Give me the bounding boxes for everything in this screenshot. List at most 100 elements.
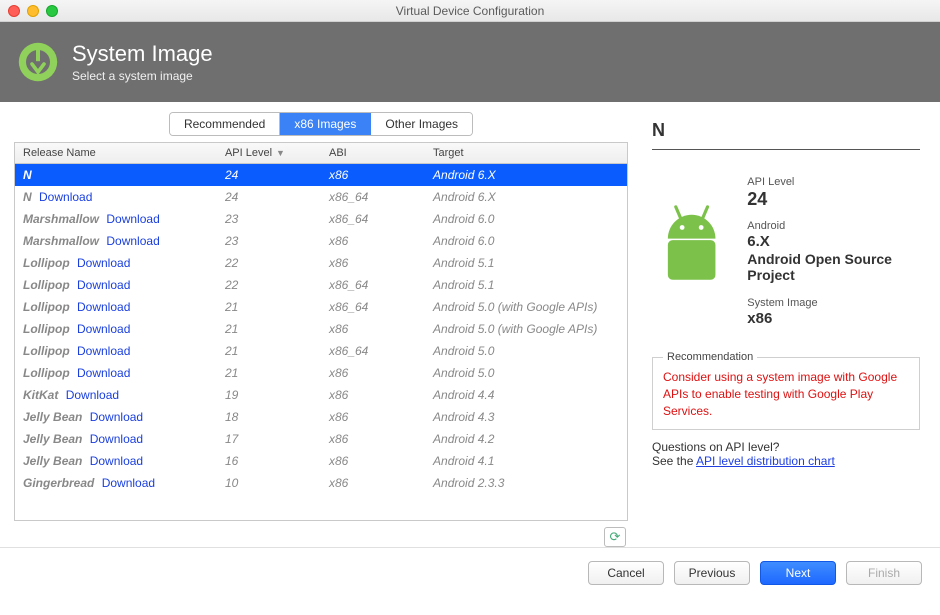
cell-api: 23 xyxy=(217,230,321,252)
detail-sysimg-label: System Image xyxy=(747,297,920,309)
table-row[interactable]: Marshmallow Download 23x86Android 6.0 xyxy=(15,230,627,252)
table-row[interactable]: Lollipop Download21x86Android 5.0 xyxy=(15,362,627,384)
finish-button[interactable]: Finish xyxy=(846,561,922,585)
detail-api-value: 24 xyxy=(747,189,920,210)
download-link[interactable]: Download xyxy=(106,212,159,226)
cell-api: 24 xyxy=(217,164,321,187)
download-link[interactable]: Download xyxy=(90,454,143,468)
release-name: KitKat xyxy=(23,388,58,402)
cell-api: 23 xyxy=(217,208,321,230)
table-row[interactable]: N24x86Android 6.X xyxy=(15,164,627,187)
cell-target: Android 5.1 xyxy=(425,252,627,274)
table-row[interactable]: Marshmallow Download23x86_64Android 6.0 xyxy=(15,208,627,230)
cell-target: Android 6.0 xyxy=(425,230,627,252)
download-link[interactable]: Download xyxy=(77,300,130,314)
download-link[interactable]: Download xyxy=(77,256,130,270)
cell-target: Android 6.X xyxy=(425,186,627,208)
android-mascot-icon xyxy=(652,166,731,327)
release-name: Lollipop xyxy=(23,256,70,270)
table-row[interactable]: Jelly Bean Download18x86Android 4.3 xyxy=(15,406,627,428)
cell-abi: x86 xyxy=(321,450,425,472)
cancel-button[interactable]: Cancel xyxy=(588,561,664,585)
previous-button[interactable]: Previous xyxy=(674,561,750,585)
cell-target: Android 2.3.3 xyxy=(425,472,627,494)
download-link[interactable]: Download xyxy=(90,432,143,446)
cell-api: 19 xyxy=(217,384,321,406)
cell-abi: x86_64 xyxy=(321,186,425,208)
download-link[interactable]: Download xyxy=(106,234,159,248)
detail-android-version: 6.X xyxy=(747,233,920,250)
column-header-target[interactable]: Target xyxy=(425,143,627,164)
release-name: Jelly Bean xyxy=(23,410,82,424)
table-row[interactable]: Lollipop Download22x86_64Android 5.1 xyxy=(15,274,627,296)
cell-api: 16 xyxy=(217,450,321,472)
cell-abi: x86_64 xyxy=(321,296,425,318)
table-row[interactable]: Jelly Bean Download 17x86Android 4.2 xyxy=(15,428,627,450)
recommendation-legend: Recommendation xyxy=(663,351,757,363)
questions-prefix: See the xyxy=(652,454,696,468)
tab-x86-images[interactable]: x86 Images xyxy=(280,113,371,135)
cell-abi: x86 xyxy=(321,252,425,274)
table-row[interactable]: N Download 24x86_64Android 6.X xyxy=(15,186,627,208)
cell-api: 21 xyxy=(217,340,321,362)
release-name: Lollipop xyxy=(23,300,70,314)
table-row[interactable]: Lollipop Download21x86Android 5.0 (with … xyxy=(15,318,627,340)
table-row[interactable]: Lollipop Download21x86_64Android 5.0 (wi… xyxy=(15,296,627,318)
release-name: Lollipop xyxy=(23,322,70,336)
tab-recommended[interactable]: Recommended xyxy=(170,113,280,135)
download-link[interactable]: Download xyxy=(77,322,130,336)
table-row[interactable]: KitKat Download 19x86Android 4.4 xyxy=(15,384,627,406)
table-row[interactable]: Lollipop Download 22x86Android 5.1 xyxy=(15,252,627,274)
sort-indicator-icon: ▼ xyxy=(276,148,285,158)
tab-other-images[interactable]: Other Images xyxy=(371,113,472,135)
cell-target: Android 4.4 xyxy=(425,384,627,406)
column-header-api-level[interactable]: API Level▼ xyxy=(217,143,321,164)
refresh-icon: ⟳ xyxy=(610,529,621,545)
cell-abi: x86 xyxy=(321,230,425,252)
cell-api: 21 xyxy=(217,362,321,384)
table-row[interactable]: Jelly Bean Download16x86Android 4.1 xyxy=(15,450,627,472)
download-link[interactable]: Download xyxy=(77,278,130,292)
download-link[interactable]: Download xyxy=(66,388,119,402)
cell-target: Android 4.2 xyxy=(425,428,627,450)
detail-title: N xyxy=(652,120,920,150)
column-header-abi[interactable]: ABI xyxy=(321,143,425,164)
download-link[interactable]: Download xyxy=(90,410,143,424)
cell-target: Android 6.X xyxy=(425,164,627,187)
cell-target: Android 5.0 (with Google APIs) xyxy=(425,318,627,340)
cell-abi: x86 xyxy=(321,428,425,450)
image-filter-tabs: Recommendedx86 ImagesOther Images xyxy=(169,112,473,136)
download-link[interactable]: Download xyxy=(102,476,155,490)
cell-abi: x86 xyxy=(321,406,425,428)
cell-target: Android 5.0 (with Google APIs) xyxy=(425,296,627,318)
cell-target: Android 4.3 xyxy=(425,406,627,428)
cell-api: 22 xyxy=(217,274,321,296)
recommendation-text: Consider using a system image with Googl… xyxy=(663,369,909,419)
release-name: N xyxy=(23,190,32,204)
cell-abi: x86 xyxy=(321,472,425,494)
cell-abi: x86_64 xyxy=(321,208,425,230)
table-row[interactable]: Gingerbread Download10x86Android 2.3.3 xyxy=(15,472,627,494)
api-distribution-link[interactable]: API level distribution chart xyxy=(696,454,835,468)
cell-api: 24 xyxy=(217,186,321,208)
release-name: Marshmallow xyxy=(23,234,99,248)
wizard-header: System Image Select a system image xyxy=(0,22,940,102)
system-image-table: Release NameAPI Level▼ABITarget N24x86An… xyxy=(14,142,628,521)
download-link[interactable]: Download xyxy=(39,190,92,204)
download-link[interactable]: Download xyxy=(77,344,130,358)
download-link[interactable]: Download xyxy=(77,366,130,380)
cell-abi: x86 xyxy=(321,384,425,406)
release-name: Jelly Bean xyxy=(23,432,82,446)
system-image-detail-panel: N API Level 24 Android 6.X Android Open … xyxy=(646,112,926,547)
table-row[interactable]: Lollipop Download21x86_64Android 5.0 xyxy=(15,340,627,362)
next-button[interactable]: Next xyxy=(760,561,836,585)
cell-abi: x86_64 xyxy=(321,274,425,296)
column-header-release-name[interactable]: Release Name xyxy=(15,143,217,164)
refresh-button[interactable]: ⟳ xyxy=(604,527,626,547)
cell-target: Android 4.1 xyxy=(425,450,627,472)
cell-abi: x86 xyxy=(321,362,425,384)
cell-api: 10 xyxy=(217,472,321,494)
release-name: N xyxy=(23,168,32,182)
cell-api: 22 xyxy=(217,252,321,274)
cell-api: 17 xyxy=(217,428,321,450)
